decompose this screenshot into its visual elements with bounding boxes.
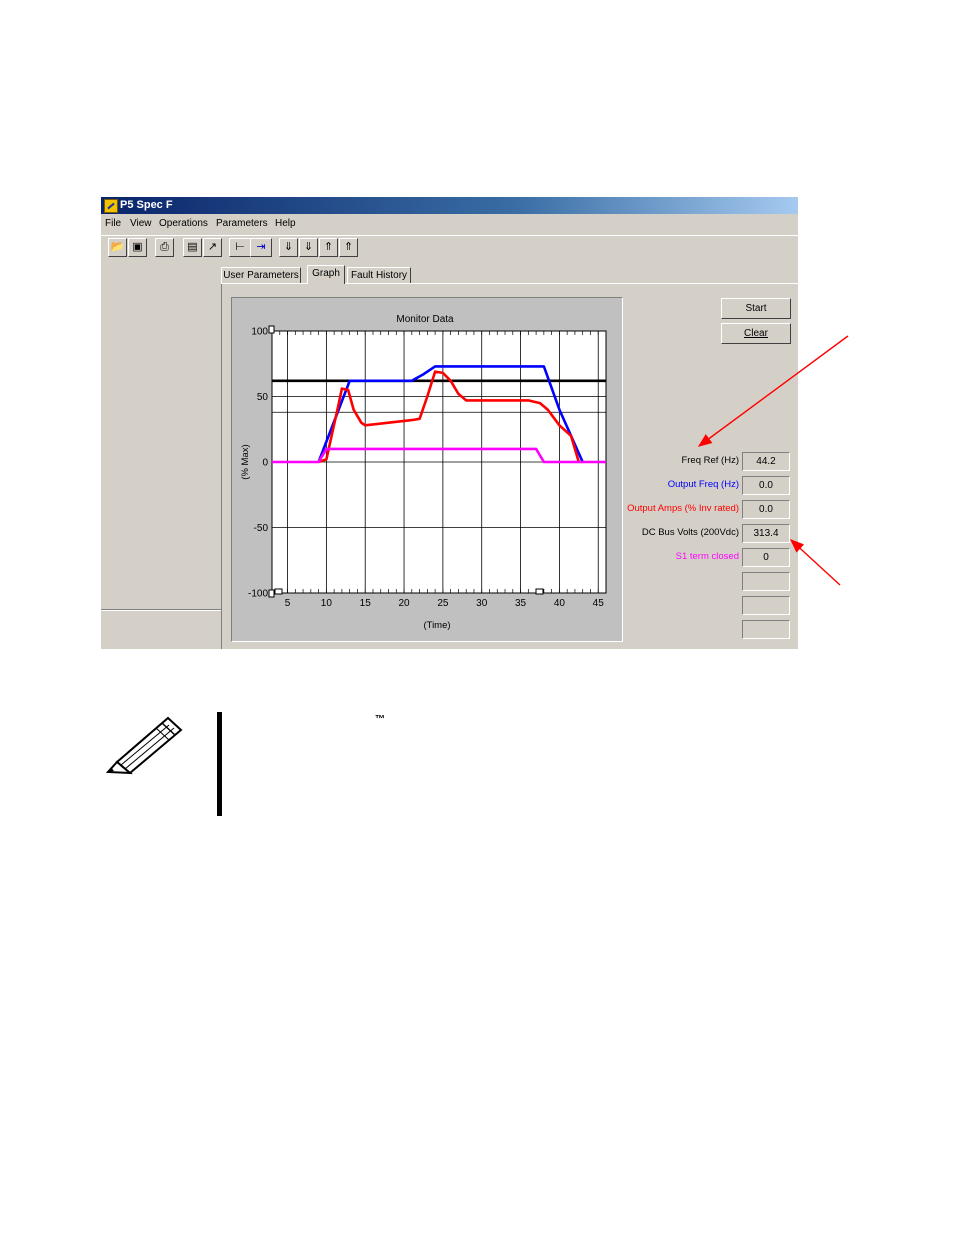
tab-graph[interactable]: Graph — [307, 265, 345, 284]
annotation-arrow-freq-ref — [697, 335, 849, 447]
annotation-arrow-dc-bus — [789, 539, 841, 586]
annotation-layer — [105, 335, 849, 775]
pencil-note-icon — [105, 716, 183, 775]
note-side-bar — [217, 712, 222, 816]
trademark-symbol: ™ — [375, 714, 385, 725]
